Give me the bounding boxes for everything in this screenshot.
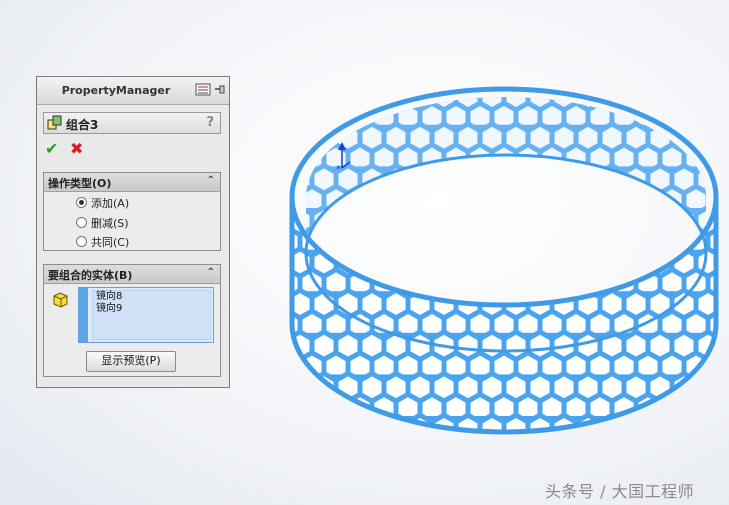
collapse-icon[interactable]: ⌃ bbox=[207, 267, 215, 278]
operation-type-header[interactable]: 操作类型(O) ⌃ bbox=[44, 173, 220, 192]
property-manager-title: PropertyManager bbox=[61, 84, 171, 97]
show-preview-button[interactable]: 显示预览(P) bbox=[86, 351, 176, 372]
bodies-selection-list[interactable]: 镜向8 镜向9 bbox=[78, 287, 214, 343]
property-manager-header: PropertyManager bbox=[37, 77, 229, 105]
operation-type-title: 操作类型(O) bbox=[48, 177, 112, 190]
list-box[interactable]: 镜向8 镜向9 bbox=[92, 290, 211, 340]
radio-button[interactable] bbox=[76, 217, 87, 228]
watermark: 头条号 / 大国工程师 bbox=[545, 482, 695, 501]
radio-button[interactable] bbox=[76, 197, 87, 208]
collapse-icon[interactable]: ⌃ bbox=[207, 175, 215, 186]
cancel-icon[interactable]: ✖ bbox=[70, 139, 83, 158]
svg-text:*: * bbox=[336, 164, 341, 175]
ok-icon[interactable]: ✔ bbox=[45, 139, 58, 158]
property-manager-panel: PropertyManager 组合3 ? ✔ ✖ 操作类型(O) ⌃ 添加(A… bbox=[36, 76, 230, 388]
radio-label: 删减(S) bbox=[91, 217, 129, 230]
feature-title-row: 组合3 ? bbox=[43, 112, 221, 134]
combine-feature-icon bbox=[47, 115, 62, 130]
pin-icon[interactable] bbox=[213, 83, 226, 96]
bodies-title: 要组合的实体(B) bbox=[48, 269, 133, 282]
list-selection-bar bbox=[79, 288, 88, 342]
help-icon[interactable]: ? bbox=[206, 115, 214, 130]
list-item[interactable]: 镜向9 bbox=[93, 303, 210, 315]
bodies-to-combine-group: 要组合的实体(B) ⌃ 镜向8 镜向9 显示预览(P) bbox=[43, 264, 221, 377]
radio-label: 共同(C) bbox=[91, 236, 130, 249]
property-manager-icon[interactable] bbox=[195, 83, 211, 96]
operation-type-group: 操作类型(O) ⌃ 添加(A) 删减(S) 共同(C) bbox=[43, 172, 221, 251]
hex-mesh-ring[interactable] bbox=[289, 86, 719, 435]
radio-label: 添加(A) bbox=[91, 197, 130, 210]
list-item[interactable]: 镜向8 bbox=[93, 291, 210, 303]
feature-name: 组合3 bbox=[66, 118, 99, 132]
radio-button[interactable] bbox=[76, 236, 87, 247]
bodies-header[interactable]: 要组合的实体(B) ⌃ bbox=[44, 265, 220, 284]
solid-body-icon bbox=[53, 292, 68, 308]
